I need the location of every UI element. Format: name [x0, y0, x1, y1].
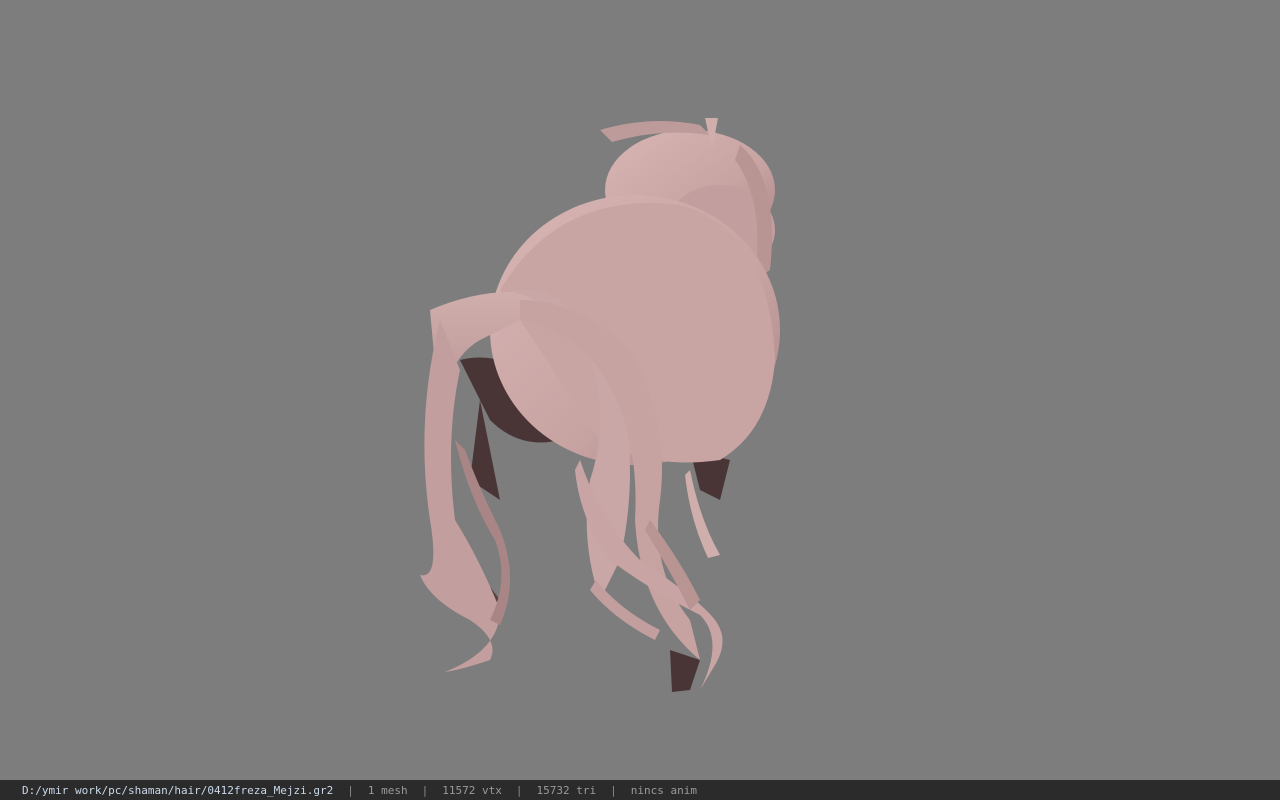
triangle-count: 15732 tri: [536, 783, 597, 797]
separator: |: [421, 783, 429, 797]
vertex-count: 11572 vtx: [442, 783, 502, 797]
animation-status: nincs anim: [630, 783, 697, 797]
hair-shadow: [670, 650, 700, 692]
separator: |: [610, 783, 617, 797]
file-path: D:/ymir work/pc/shaman/hair/0412freza_Me…: [22, 783, 334, 797]
3d-viewport[interactable]: [0, 0, 1280, 780]
separator: |: [347, 783, 354, 797]
status-bar: D:/ymir work/pc/shaman/hair/0412freza_Me…: [0, 780, 1280, 800]
mesh-count: 1 mesh: [367, 783, 408, 797]
hair-model-render: [420, 118, 780, 692]
separator: |: [515, 783, 523, 797]
